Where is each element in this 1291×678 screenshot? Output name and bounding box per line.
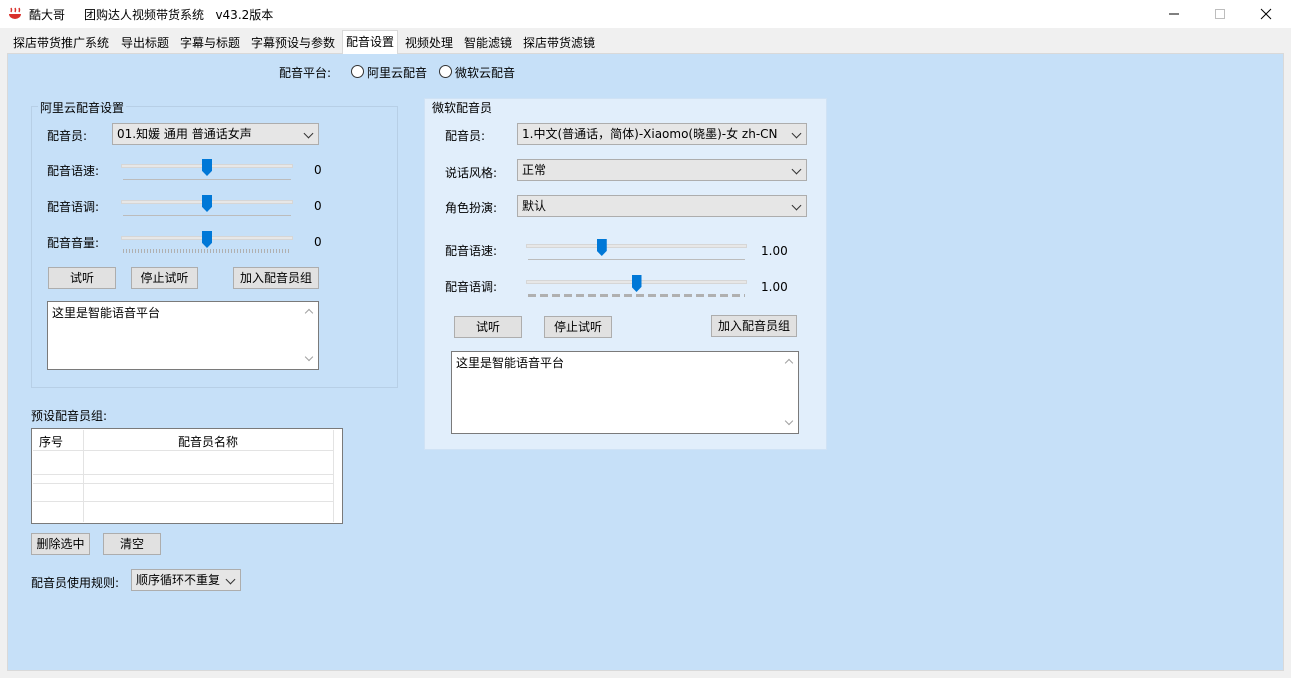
microsoft-radio[interactable]: [439, 65, 452, 78]
aliyun-voice-label: 配音员:: [47, 129, 88, 143]
tab-store-promo[interactable]: 探店带货推广系统: [10, 32, 113, 54]
scroll-up-icon[interactable]: [784, 358, 794, 368]
close-icon: [1260, 8, 1272, 20]
chevron-down-icon: [791, 200, 802, 211]
tab-smart-filter[interactable]: 智能滤镜: [461, 32, 516, 54]
microsoft-voice-label: 配音员:: [445, 129, 486, 143]
microsoft-style-select[interactable]: 正常: [517, 159, 807, 181]
aliyun-volume-label: 配音音量:: [47, 236, 100, 250]
chevron-down-icon: [225, 574, 236, 585]
app-logo-icon: [9, 7, 21, 19]
maximize-button[interactable]: [1197, 0, 1243, 28]
slider-thumb[interactable]: [202, 159, 212, 176]
aliyun-add-button[interactable]: 加入配音员组: [233, 267, 319, 289]
tab-video-processing[interactable]: 视频处理: [402, 32, 457, 54]
aliyun-listen-button[interactable]: 试听: [48, 267, 116, 289]
aliyun-voice-value: 01.知媛 通用 普通话女声: [117, 127, 252, 141]
preset-group-label: 预设配音员组:: [31, 409, 108, 423]
aliyun-volume-value: 0: [314, 235, 322, 249]
microsoft-voice-value: 1.中文(普通话，简体)-Xiaomo(晓墨)-女 zh-CN: [522, 127, 778, 141]
slider-thumb[interactable]: [202, 195, 212, 212]
column-header-index[interactable]: 序号: [39, 433, 63, 450]
aliyun-text-input[interactable]: 这里是智能语音平台: [47, 301, 319, 370]
microsoft-style-value: 正常: [522, 163, 547, 177]
microsoft-role-select[interactable]: 默认: [517, 195, 807, 217]
microsoft-text-input[interactable]: 这里是智能语音平台: [451, 351, 799, 434]
minimize-button[interactable]: [1151, 0, 1197, 28]
microsoft-listen-button[interactable]: 试听: [454, 316, 522, 338]
tab-subtitle-preset[interactable]: 字幕预设与参数: [248, 32, 339, 54]
title-bar: 酷大哥 团购达人视频带货系统 v43.2版本: [0, 0, 1291, 28]
scroll-down-icon[interactable]: [304, 352, 314, 362]
microsoft-radio-label[interactable]: 微软云配音: [455, 64, 515, 81]
slider-thumb[interactable]: [202, 231, 212, 248]
aliyun-pitch-label: 配音语调:: [47, 200, 100, 214]
aliyun-text-value: 这里是智能语音平台: [52, 306, 161, 320]
rule-value: 顺序循环不重复: [136, 573, 221, 587]
maximize-icon: [1215, 9, 1225, 19]
aliyun-stop-button[interactable]: 停止试听: [131, 267, 198, 289]
microsoft-role-label: 角色扮演:: [445, 201, 498, 215]
clear-button[interactable]: 清空: [103, 533, 161, 555]
chevron-down-icon: [303, 128, 314, 139]
vertical-scrollbar[interactable]: [301, 303, 317, 368]
window-title: 团购达人视频带货系统 v43.2版本: [84, 8, 274, 22]
aliyun-group-title: 阿里云配音设置: [38, 99, 127, 116]
microsoft-stop-button[interactable]: 停止试听: [544, 316, 612, 338]
microsoft-pitch-value: 1.00: [761, 280, 788, 294]
app-name: 酷大哥: [29, 8, 66, 22]
microsoft-group-title: 微软配音员: [430, 99, 495, 116]
microsoft-pitch-slider[interactable]: [518, 273, 755, 299]
aliyun-speed-label: 配音语速:: [47, 164, 100, 178]
aliyun-speed-slider[interactable]: [113, 157, 301, 183]
chevron-down-icon: [791, 164, 802, 175]
tab-store-filter[interactable]: 探店带货滤镜: [520, 32, 599, 54]
microsoft-role-value: 默认: [522, 199, 547, 213]
aliyun-volume-slider[interactable]: [113, 229, 301, 255]
chevron-down-icon: [791, 128, 802, 139]
microsoft-style-label: 说话风格:: [445, 166, 498, 180]
close-button[interactable]: [1243, 0, 1289, 28]
slider-thumb[interactable]: [631, 275, 642, 292]
platform-label: 配音平台:: [279, 66, 332, 80]
aliyun-pitch-slider[interactable]: [113, 193, 301, 219]
microsoft-speed-slider[interactable]: [518, 237, 755, 263]
microsoft-pitch-label: 配音语调:: [445, 280, 498, 294]
aliyun-voice-select[interactable]: 01.知媛 通用 普通话女声: [112, 123, 319, 145]
column-header-voice-name[interactable]: 配音员名称: [178, 433, 238, 450]
scroll-down-icon[interactable]: [784, 416, 794, 426]
tab-export-title[interactable]: 导出标题: [118, 32, 173, 54]
microsoft-voice-select[interactable]: 1.中文(普通话，简体)-Xiaomo(晓墨)-女 zh-CN: [517, 123, 807, 145]
minimize-icon: [1169, 13, 1179, 15]
rule-select[interactable]: 顺序循环不重复: [131, 569, 241, 591]
microsoft-add-button[interactable]: 加入配音员组: [711, 315, 797, 337]
scroll-up-icon[interactable]: [304, 308, 314, 318]
vertical-scrollbar[interactable]: [781, 353, 797, 432]
slider-thumb[interactable]: [596, 239, 607, 256]
rule-label: 配音员使用规则:: [31, 576, 120, 590]
tab-subtitle-title[interactable]: 字幕与标题: [177, 32, 244, 54]
microsoft-speed-value: 1.00: [761, 244, 788, 258]
microsoft-speed-label: 配音语速:: [445, 244, 498, 258]
aliyun-speed-value: 0: [314, 163, 322, 177]
tab-voice-settings[interactable]: 配音设置: [342, 30, 399, 54]
aliyun-pitch-value: 0: [314, 199, 322, 213]
preset-voice-table[interactable]: 序号 配音员名称: [31, 428, 343, 524]
microsoft-text-value: 这里是智能语音平台: [456, 356, 565, 370]
aliyun-radio-label[interactable]: 阿里云配音: [367, 64, 427, 81]
delete-selected-button[interactable]: 删除选中: [31, 533, 90, 555]
aliyun-radio[interactable]: [351, 65, 364, 78]
